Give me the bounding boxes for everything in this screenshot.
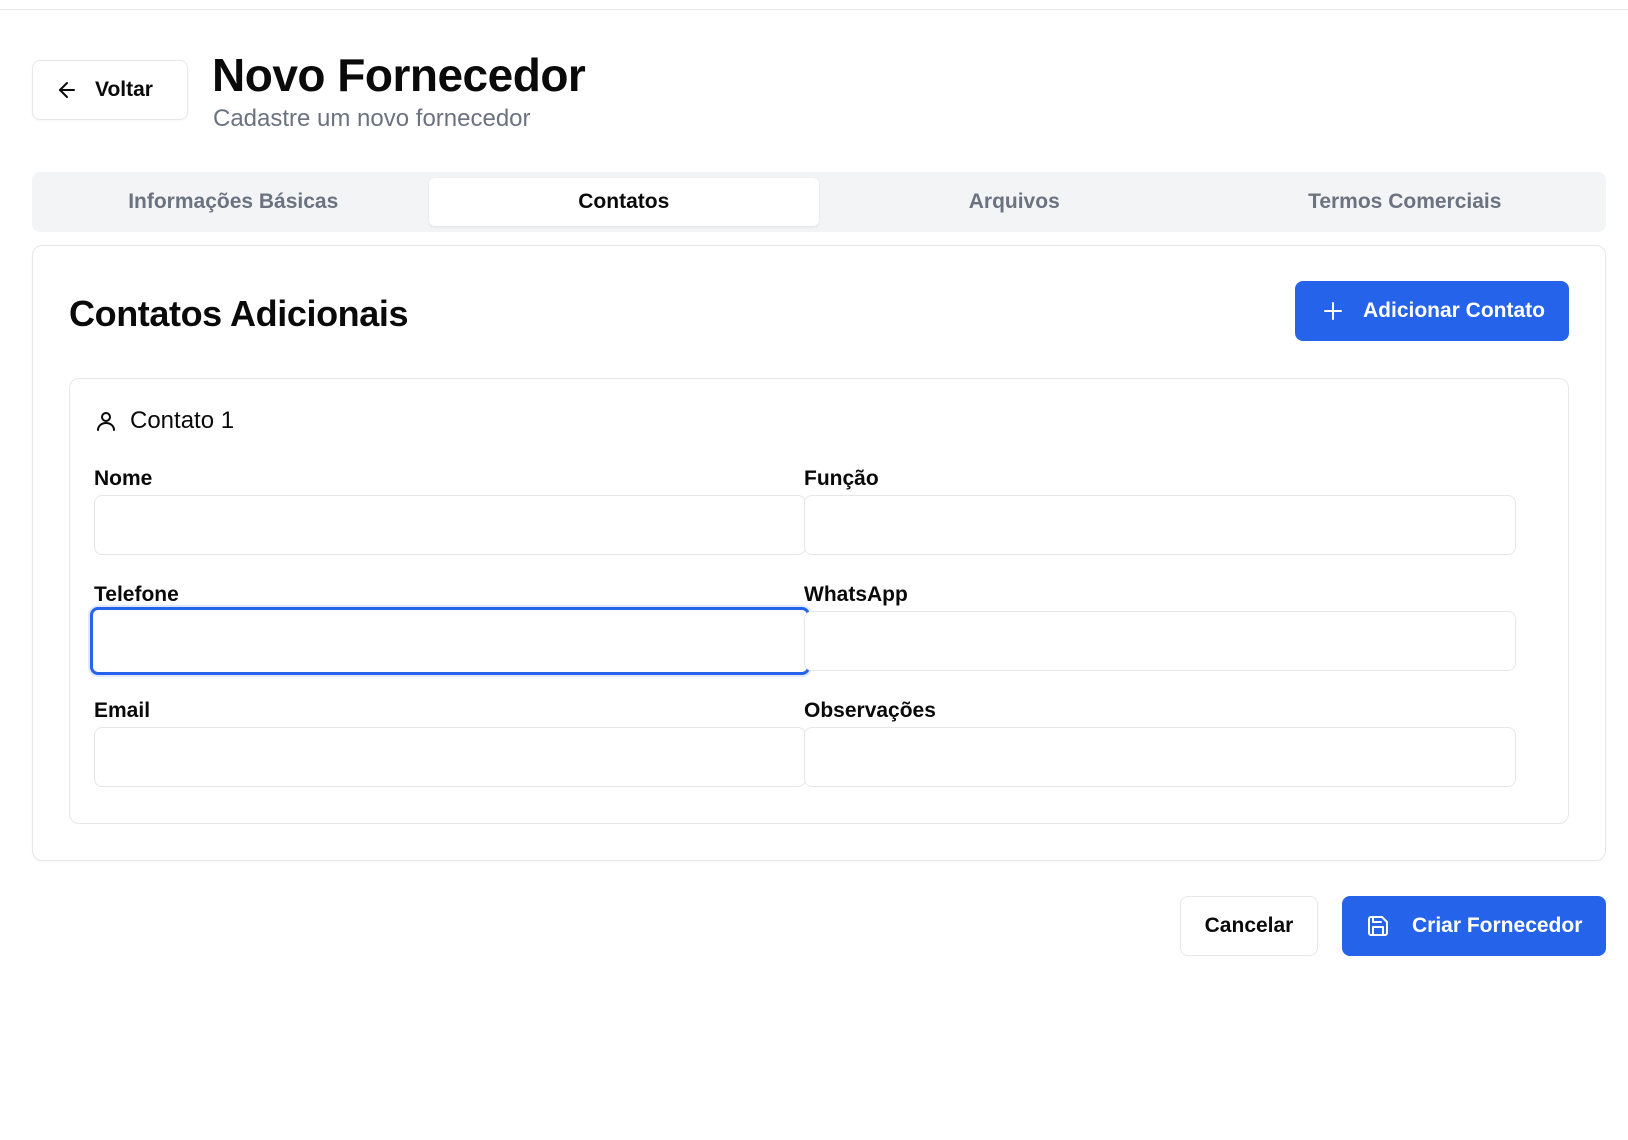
nome-label: Nome <box>94 467 153 490</box>
whatsapp-field[interactable] <box>804 611 1516 671</box>
add-contact-label: Adicionar Contato <box>1363 299 1545 322</box>
user-icon <box>97 412 115 431</box>
top-divider <box>0 0 1628 10</box>
create-supplier-label: Criar Fornecedor <box>1412 914 1583 937</box>
cancel-button[interactable]: Cancelar <box>1180 896 1318 956</box>
plus-icon <box>1324 302 1342 320</box>
nome-field[interactable] <box>94 495 806 555</box>
back-button-label: Voltar <box>95 78 153 101</box>
contact-block: Contato 1 Nome Função Telefone WhatsApp … <box>69 378 1569 824</box>
telefone-field[interactable] <box>90 607 810 675</box>
arrow-left-icon <box>59 82 75 98</box>
tab-termos-comerciais[interactable]: Termos Comerciais <box>1210 178 1601 226</box>
observacoes-label: Observações <box>804 699 936 722</box>
contact-header: Contato 1 <box>94 407 234 435</box>
funcao-label: Função <box>804 467 879 490</box>
telefone-label: Telefone <box>94 583 179 606</box>
email-label: Email <box>94 699 151 722</box>
contact-heading: Contato 1 <box>130 407 235 434</box>
funcao-field[interactable] <box>804 495 1516 555</box>
create-supplier-button[interactable]: Criar Fornecedor <box>1342 896 1606 956</box>
save-icon <box>1368 916 1388 936</box>
observacoes-field[interactable] <box>804 727 1516 787</box>
contacts-card: Contatos Adicionais Adicionar Contato Co… <box>32 245 1606 861</box>
page-title: Novo Fornecedor <box>212 49 586 101</box>
tab-list: Informações Básicas Contatos Arquivos Te… <box>32 172 1606 232</box>
card-title: Contatos Adicionais <box>69 293 409 334</box>
cancel-label: Cancelar <box>1204 914 1294 937</box>
add-contact-button[interactable]: Adicionar Contato <box>1295 281 1569 341</box>
tab-arquivos[interactable]: Arquivos <box>819 178 1210 226</box>
page-subtitle: Cadastre um novo fornecedor <box>213 105 531 132</box>
tab-contatos[interactable]: Contatos <box>428 178 819 226</box>
back-button[interactable]: Voltar <box>32 60 188 120</box>
whatsapp-label: WhatsApp <box>804 583 908 606</box>
email-field[interactable] <box>94 727 806 787</box>
tab-informacoes-basicas[interactable]: Informações Básicas <box>38 178 429 226</box>
